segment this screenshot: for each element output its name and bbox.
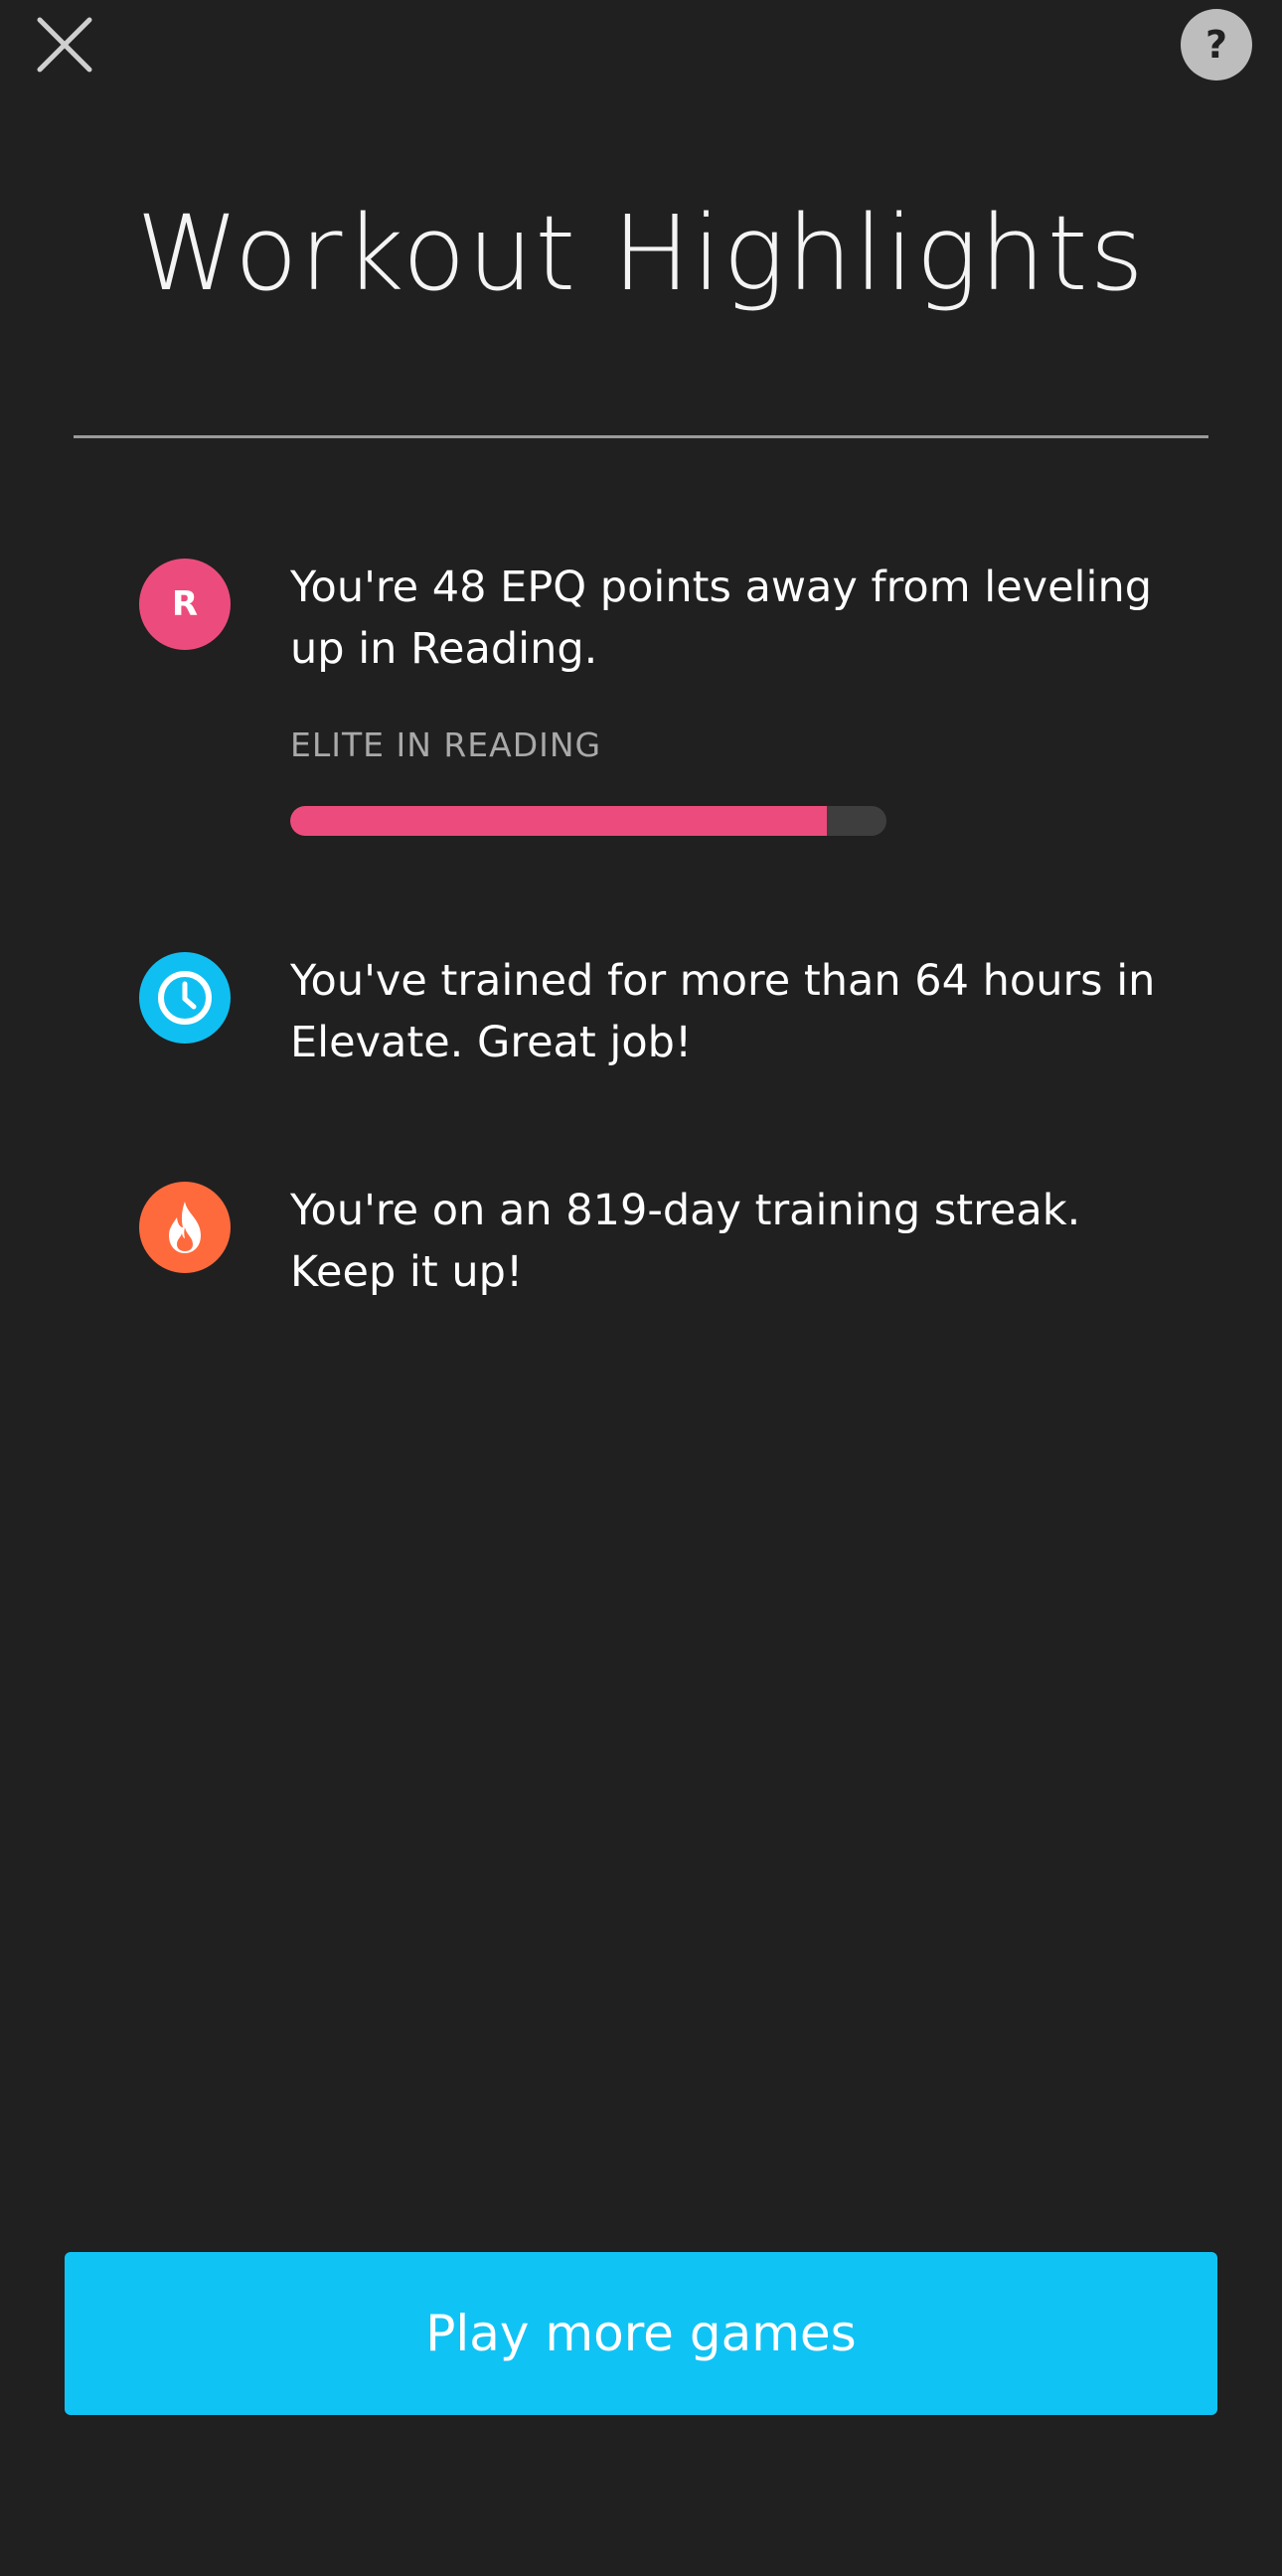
divider	[74, 435, 1208, 438]
level-progress-bar	[290, 806, 886, 836]
close-icon	[37, 17, 92, 73]
close-button[interactable]	[36, 16, 93, 74]
reading-badge-letter: R	[171, 584, 199, 624]
clock-icon	[139, 952, 231, 1044]
play-more-games-button[interactable]: Play more games	[65, 2252, 1217, 2415]
play-more-games-label: Play more games	[425, 2305, 857, 2362]
highlight-text: You've trained for more than 64 hours in…	[290, 956, 1156, 1067]
flame-icon	[139, 1182, 231, 1273]
highlight-text: You're 48 EPQ points away from leveling …	[290, 563, 1152, 674]
help-icon: ?	[1204, 23, 1228, 67]
level-progress-fill	[290, 806, 827, 836]
highlight-text: You're on an 819-day training streak. Ke…	[290, 1186, 1081, 1297]
reading-badge-icon: R	[139, 559, 231, 650]
help-button[interactable]: ?	[1181, 9, 1252, 80]
level-label: ELITE IN READING	[290, 725, 602, 764]
page-title: Workout Highlights	[136, 193, 1146, 314]
